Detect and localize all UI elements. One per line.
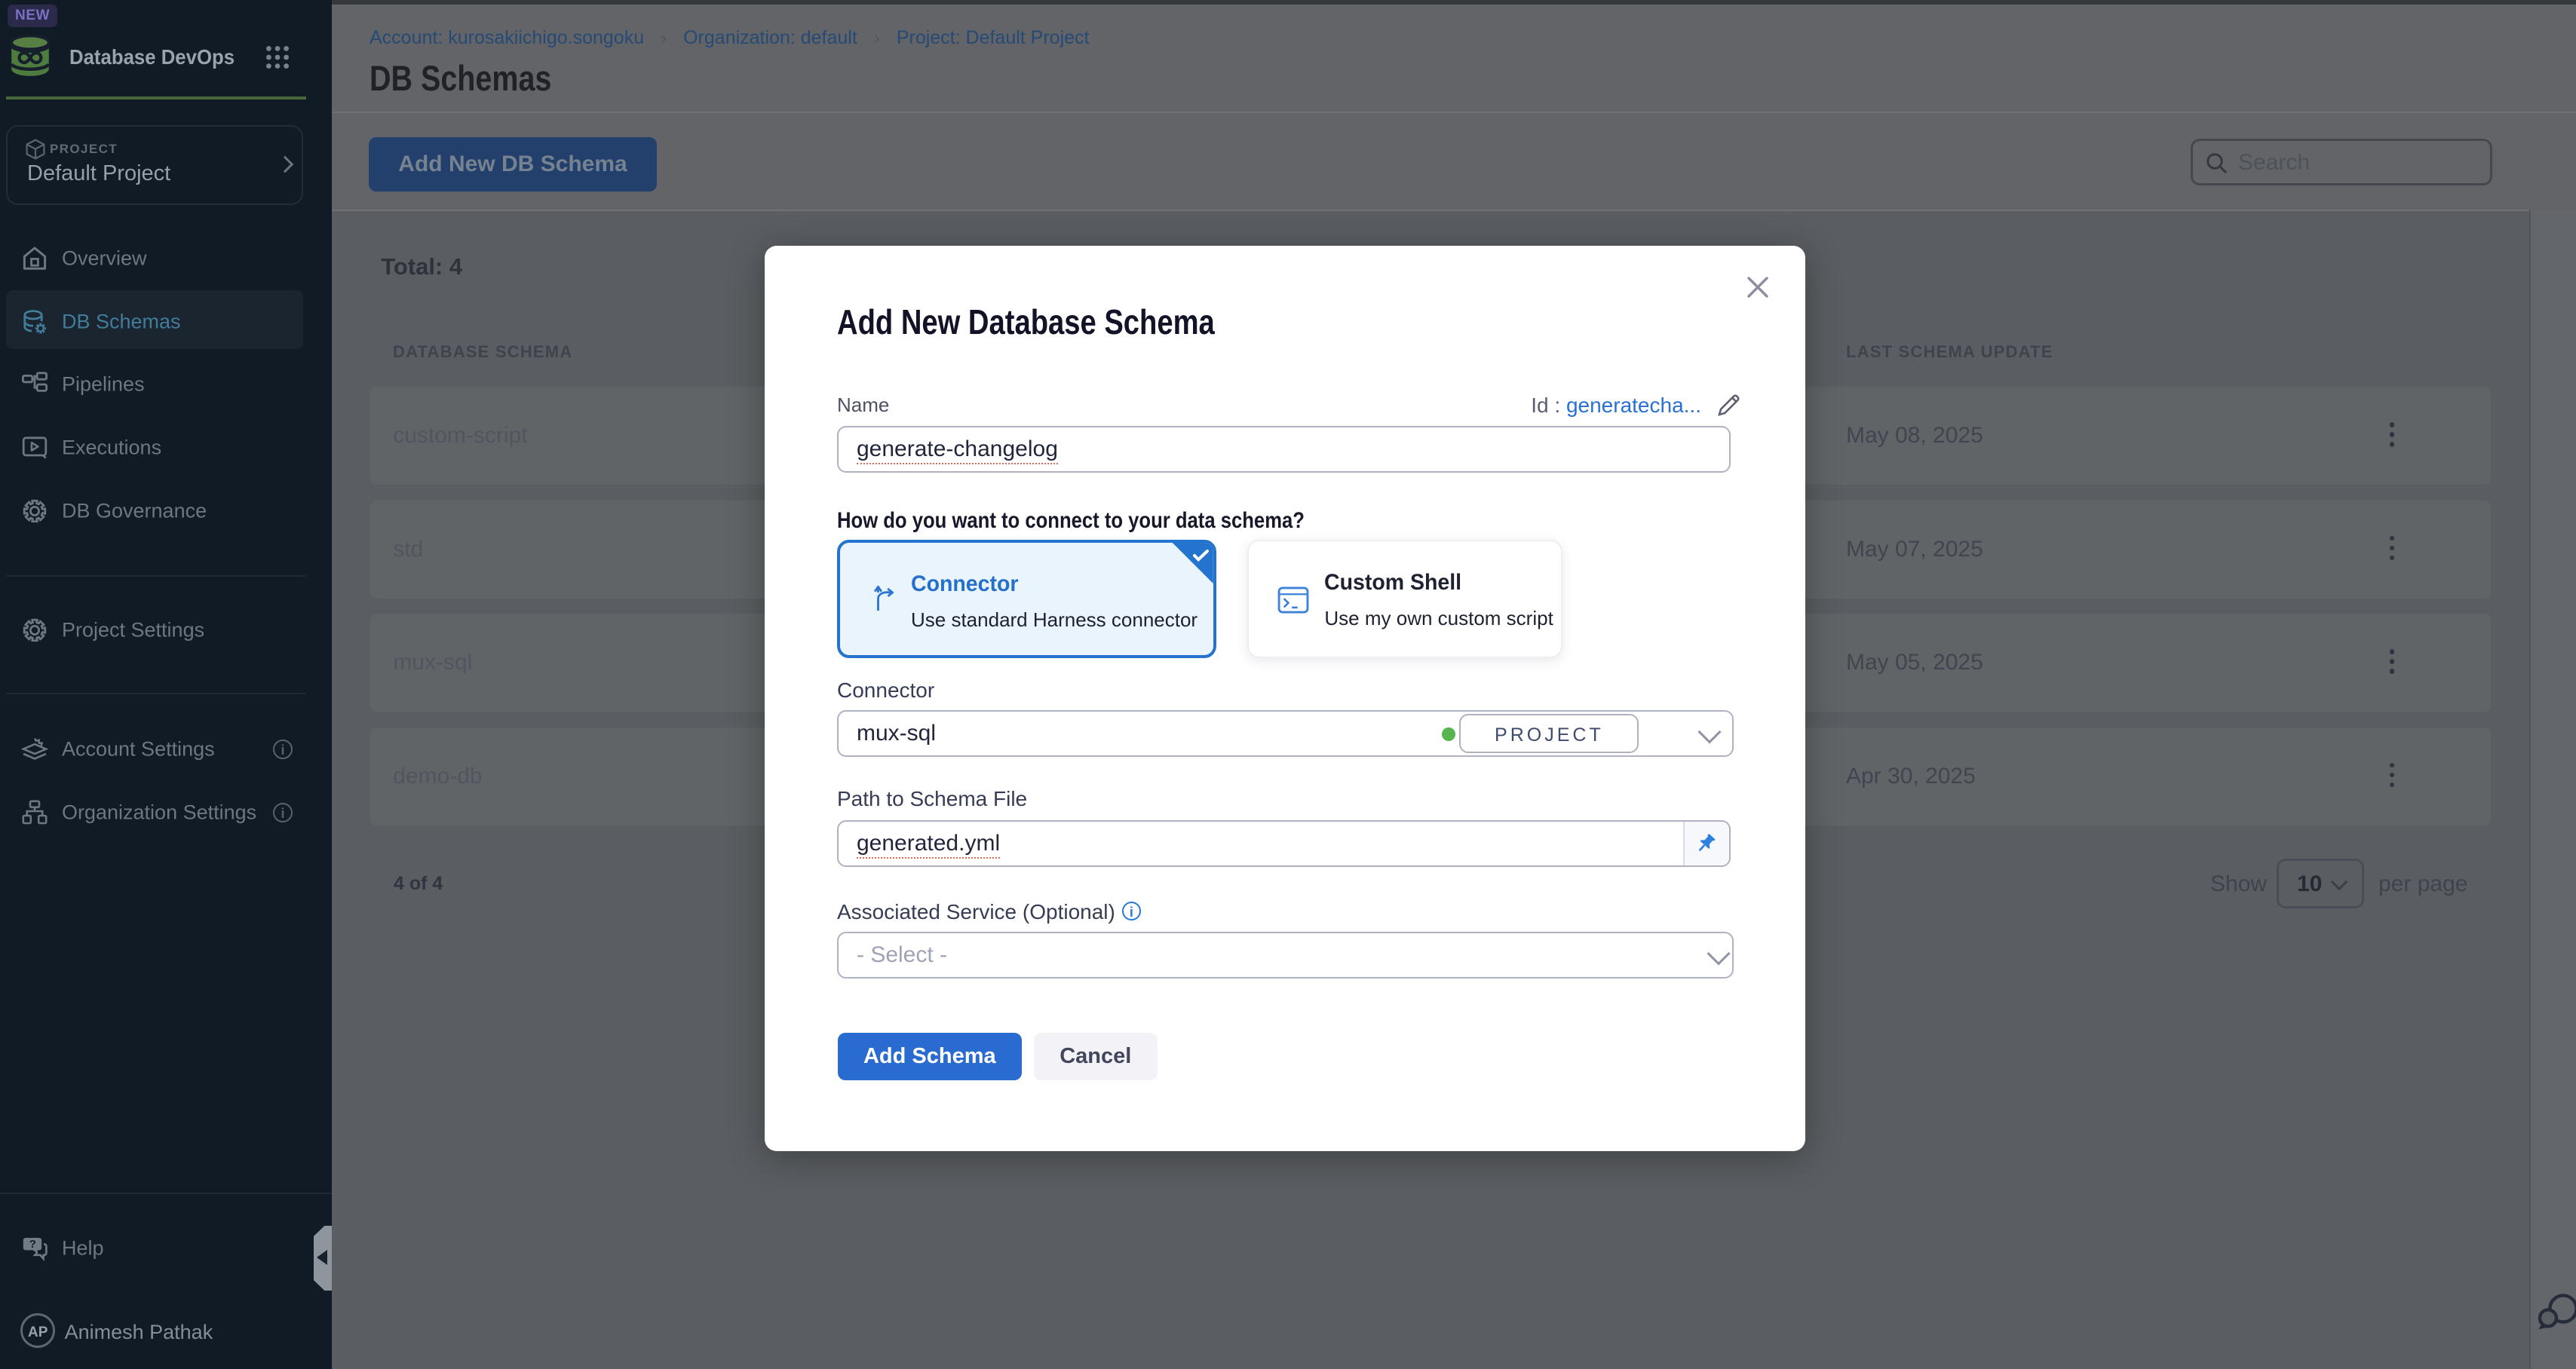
svg-text:?: ?: [29, 1238, 36, 1251]
